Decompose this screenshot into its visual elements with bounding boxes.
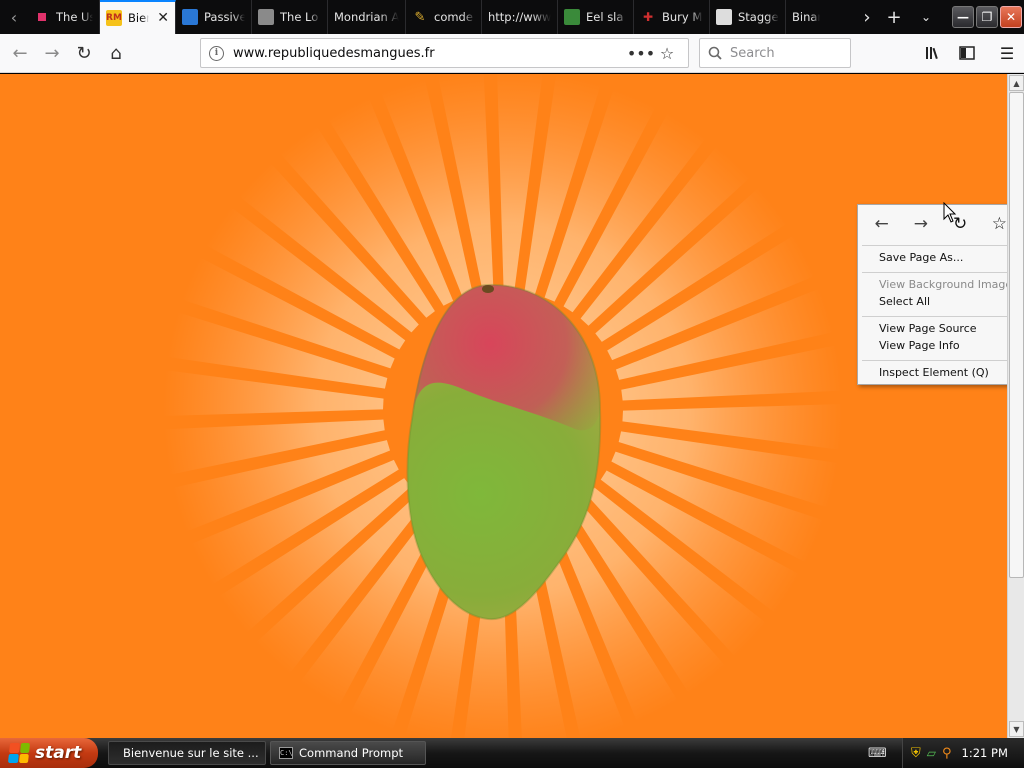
menu-item-view-page-source[interactable]: View Page Source <box>858 320 1023 337</box>
windows-logo-icon <box>7 743 31 763</box>
scroll-down-icon[interactable]: ▼ <box>1009 721 1024 737</box>
url-bar[interactable]: i www.republiquedesmangues.fr ••• ☆ <box>200 38 689 68</box>
toolbar-right: ☰ <box>916 37 1024 69</box>
tab[interactable]: Mondrian A <box>328 0 406 34</box>
tab-label: comde <box>434 10 473 24</box>
context-menu: ← → ↻ ☆ Save Page As... View Background … <box>857 204 1024 385</box>
all-tabs-chevron-down-icon[interactable]: ⌄ <box>910 0 942 34</box>
tab[interactable]: Eel sla <box>558 0 634 34</box>
rm-logo-icon: RM <box>106 10 122 26</box>
mango-image <box>406 283 602 621</box>
system-tray: ⛨ ▱ ⚲ 1:21 PM <box>902 738 1024 768</box>
minimize-icon[interactable]: — <box>952 6 974 28</box>
shield-icon[interactable]: ⛨ <box>911 746 921 761</box>
back-icon[interactable]: ← <box>4 37 36 69</box>
tab-label: Binary <box>792 10 820 24</box>
tab-list: The Us RM Bienvenue ✕ Passive The Lo Mon… <box>28 0 856 34</box>
eel-icon <box>564 9 580 25</box>
menu-separator <box>862 245 1019 246</box>
forward-icon[interactable]: → <box>36 37 68 69</box>
search-icon <box>708 46 722 60</box>
photo-icon <box>258 9 274 25</box>
tab-label: Stagge <box>738 10 779 24</box>
magnifier-icon[interactable]: ⚲ <box>942 746 952 761</box>
tab-strip: ‹ The Us RM Bienvenue ✕ Passive The Lo M… <box>0 0 1024 34</box>
tab-label: Eel sla <box>586 10 624 24</box>
reload-icon[interactable]: ↻ <box>68 37 100 69</box>
tab-label: The Lo <box>280 10 319 24</box>
tab[interactable]: The Us <box>28 0 100 34</box>
forward-arrow-icon[interactable]: → <box>906 214 936 234</box>
menu-item-view-background-image: View Background Image <box>879 278 1013 291</box>
clock: 1:21 PM <box>961 746 1008 760</box>
menu-item-inspect-element[interactable]: Inspect Element (Q) <box>858 364 1023 381</box>
search-bar[interactable] <box>699 38 851 68</box>
network-icon[interactable]: ▱ <box>927 746 936 760</box>
tab-label: Bury M <box>662 10 703 24</box>
vertical-scrollbar[interactable]: ▲ ▼ <box>1007 74 1024 738</box>
url-text[interactable]: www.republiquedesmangues.fr <box>233 46 628 61</box>
scrollbar-thumb[interactable] <box>1009 92 1024 578</box>
blue-card-icon <box>182 9 198 25</box>
tab[interactable]: The Lo <box>252 0 328 34</box>
start-label: start <box>35 743 82 763</box>
tab-label: Passive <box>204 10 245 24</box>
start-button[interactable]: start <box>0 738 98 768</box>
tab-label: The Us <box>56 10 93 24</box>
page-content[interactable] <box>0 74 1007 738</box>
tab[interactable]: ✎ comde <box>406 0 482 34</box>
tab[interactable]: ✚ Bury M <box>634 0 710 34</box>
cmd-icon: C:\ <box>279 747 293 759</box>
tab-label: Bienvenue <box>128 11 149 25</box>
sunburst-background <box>163 74 843 738</box>
library-icon[interactable] <box>916 37 950 69</box>
pencil-icon: ✎ <box>414 9 426 25</box>
scroll-up-icon[interactable]: ▲ <box>1009 75 1024 91</box>
bookmark-star-icon[interactable]: ☆ <box>654 44 680 63</box>
menu-item-save-page-as[interactable]: Save Page As... <box>858 249 1023 266</box>
context-menu-nav: ← → ↻ ☆ <box>858 205 1023 243</box>
tab[interactable]: Binary <box>786 0 826 34</box>
page-actions-ellipsis-icon[interactable]: ••• <box>627 44 655 63</box>
sidebar-toggle-icon[interactable] <box>950 37 984 69</box>
taskbar-item-command-prompt[interactable]: C:\ Command Prompt <box>270 741 426 765</box>
menu-item-select-all[interactable]: Select All <box>858 293 1023 310</box>
restore-icon[interactable]: ❐ <box>976 6 998 28</box>
tab-scroll-left-icon[interactable]: ‹ <box>0 0 28 34</box>
blank-page-icon <box>716 9 732 25</box>
menu-separator <box>862 316 1019 317</box>
taskbar-item-browser[interactable]: Bienvenue sur le site ... <box>108 741 266 765</box>
taskbar-item-label: Command Prompt <box>299 746 404 760</box>
back-arrow-icon[interactable]: ← <box>867 214 897 234</box>
new-tab-icon[interactable]: + <box>878 0 910 34</box>
pink-square-icon <box>34 9 50 25</box>
window-controls: — ❐ ✕ <box>942 0 1024 34</box>
menu-item-view-page-info[interactable]: View Page Info <box>858 337 1023 354</box>
close-tab-icon[interactable]: ✕ <box>157 10 169 26</box>
hamburger-menu-icon[interactable]: ☰ <box>990 37 1024 69</box>
tab-scroll-right-icon[interactable]: › <box>856 0 878 34</box>
mouse-cursor-icon <box>943 202 957 223</box>
taskbar-item-label: Bienvenue sur le site ... <box>123 746 259 760</box>
tab-active[interactable]: RM Bienvenue ✕ <box>100 0 176 34</box>
menu-separator <box>862 360 1019 361</box>
tab[interactable]: Passive <box>176 0 252 34</box>
tab[interactable]: Stagge <box>710 0 786 34</box>
menu-separator <box>862 272 1019 273</box>
search-input[interactable] <box>730 45 830 61</box>
home-icon[interactable]: ⌂ <box>100 37 132 69</box>
keyboard-icon[interactable]: ⌨ <box>868 746 887 761</box>
navigation-toolbar: ← → ↻ ⌂ i www.republiquedesmangues.fr ••… <box>0 34 1024 73</box>
cross-icon: ✚ <box>642 10 654 24</box>
tab-label: http://www <box>488 10 551 24</box>
site-info-icon[interactable]: i <box>209 45 224 61</box>
close-window-icon[interactable]: ✕ <box>1000 6 1022 28</box>
tab-label: Mondrian A <box>334 10 399 24</box>
tab[interactable]: http://www <box>482 0 558 34</box>
